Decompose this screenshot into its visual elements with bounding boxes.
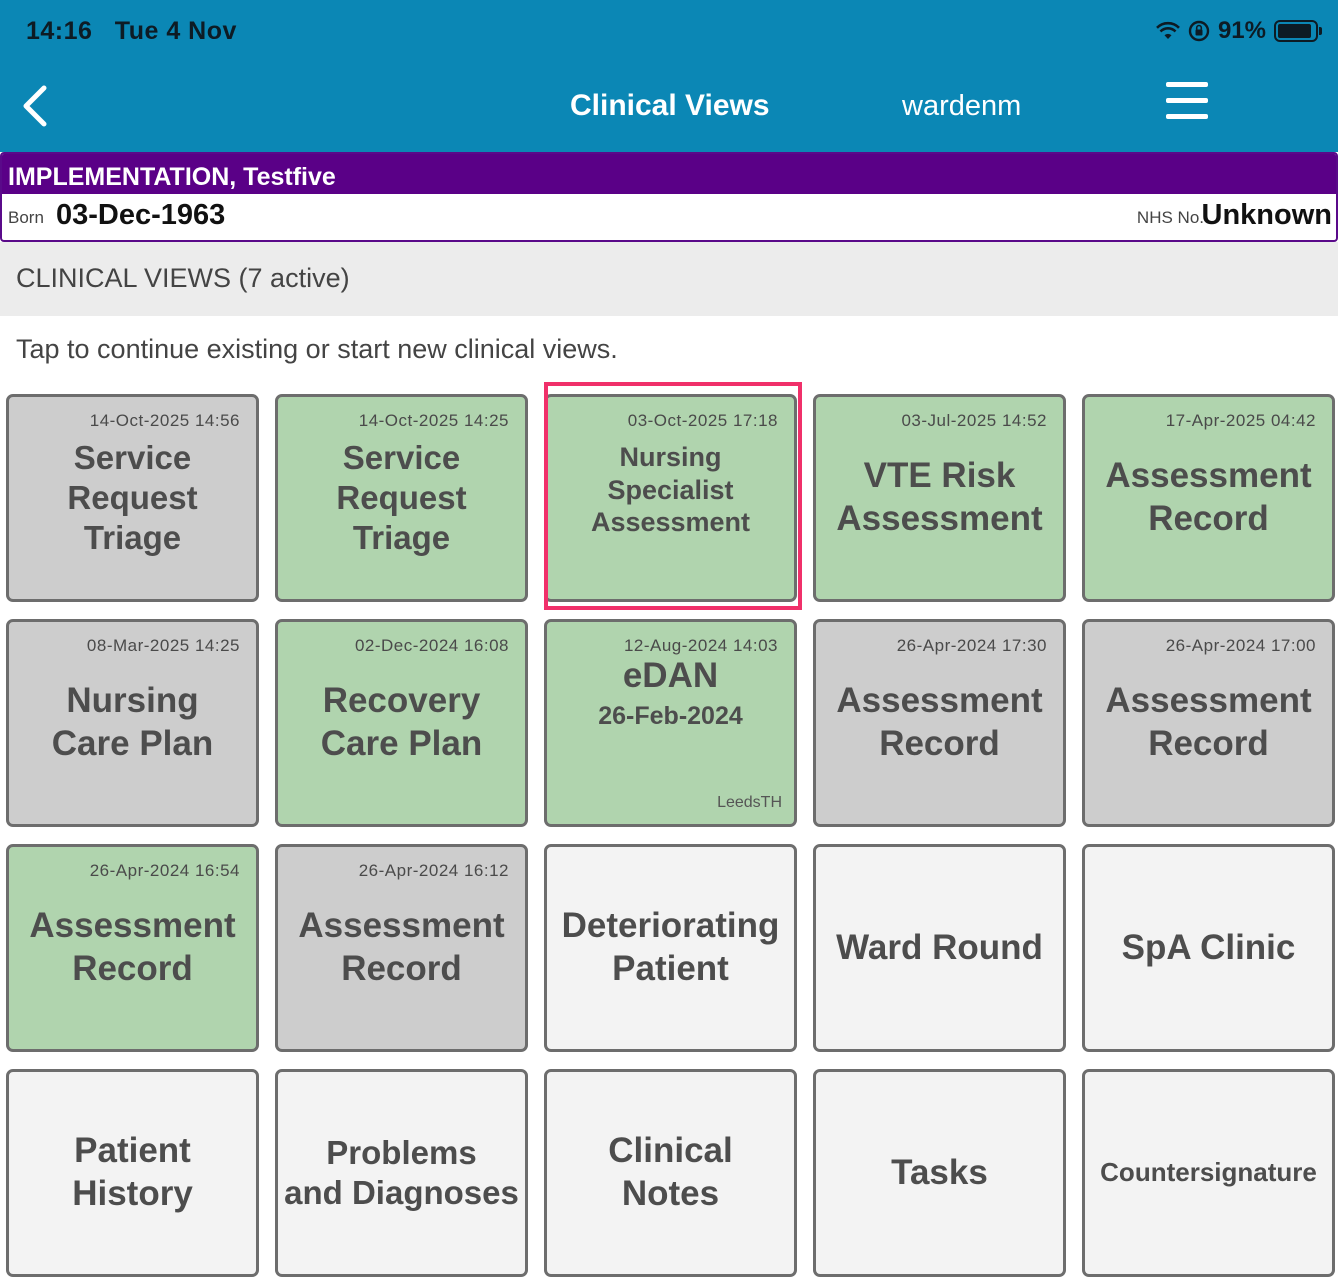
tile-patient-history[interactable]: Patient History xyxy=(6,1069,259,1277)
menu-button[interactable] xyxy=(1166,82,1212,122)
status-bar: 14:16 Tue 4 Nov 91% xyxy=(0,0,1338,62)
hamburger-icon xyxy=(1166,82,1208,87)
tile-assessment-record[interactable]: 26-Apr-2024 16:12 Assessment Record xyxy=(275,844,528,1052)
tile-deteriorating-patient[interactable]: Deteriorating Patient xyxy=(544,844,797,1052)
tile-ward-round[interactable]: Ward Round xyxy=(813,844,1066,1052)
status-right: 91% xyxy=(1156,17,1322,45)
born-label: Born xyxy=(8,208,44,227)
username-label: wardenm xyxy=(902,90,1022,122)
tile-assessment-record[interactable]: 17-Apr-2025 04:42 Assessment Record xyxy=(1082,394,1335,602)
hint-text: Tap to continue existing or start new cl… xyxy=(16,334,618,364)
chevron-left-icon xyxy=(23,85,47,127)
tile-assessment-record[interactable]: 26-Apr-2024 17:00 Assessment Record xyxy=(1082,619,1335,827)
battery-icon xyxy=(1274,20,1322,42)
page-title: Clinical Views xyxy=(570,89,770,122)
tile-nursing-specialist-assessment[interactable]: 03-Oct-2025 17:18 Nursing Specialist Asse… xyxy=(544,394,797,602)
tile-assessment-record[interactable]: 26-Apr-2024 17:30 Assessment Record xyxy=(813,619,1066,827)
tile-countersignature[interactable]: Countersignature xyxy=(1082,1069,1335,1277)
nhs-label: NHS No. xyxy=(1136,208,1204,227)
tile-service-request-triage[interactable]: 14-Oct-2025 14:56 Service Request Triage xyxy=(6,394,259,602)
nav-bar: Clinical Views wardenm xyxy=(0,62,1338,152)
section-header: CLINICAL VIEWS (7 active) xyxy=(0,242,1338,316)
wifi-icon xyxy=(1156,21,1180,39)
status-time: 14:16 Tue 4 Nov xyxy=(26,17,237,45)
tile-assessment-record[interactable]: 26-Apr-2024 16:54 Assessment Record xyxy=(6,844,259,1052)
battery-percent: 91% xyxy=(1217,17,1266,44)
born-value: 03-Dec-1963 xyxy=(56,199,226,231)
orientation-lock-icon xyxy=(1188,20,1210,42)
back-button[interactable] xyxy=(18,84,58,128)
tile-problems-and-diagnoses[interactable]: Problems and Diagnoses xyxy=(275,1069,528,1277)
nhs-value: Unknown xyxy=(1201,199,1333,231)
tile-edan[interactable]: 12-Aug-2024 14:03 eDAN 26-Feb-2024 Leeds… xyxy=(544,619,797,827)
patient-name: IMPLEMENTATION, Testfive xyxy=(2,154,1336,194)
tile-clinical-notes[interactable]: Clinical Notes xyxy=(544,1069,797,1277)
patient-banner: IMPLEMENTATION, Testfive Born 03-Dec-196… xyxy=(0,152,1338,242)
tile-spa-clinic[interactable]: SpA Clinic xyxy=(1082,844,1335,1052)
tile-tasks[interactable]: Tasks xyxy=(813,1069,1066,1277)
tile-service-request-triage[interactable]: 14-Oct-2025 14:25 Service Request Triage xyxy=(275,394,528,602)
section-title: CLINICAL VIEWS (7 active) xyxy=(16,263,350,293)
tile-recovery-care-plan[interactable]: 02-Dec-2024 16:08 Recovery Care Plan xyxy=(275,619,528,827)
tile-nursing-care-plan[interactable]: 08-Mar-2025 14:25 Nursing Care Plan xyxy=(6,619,259,827)
tile-vte-risk-assessment[interactable]: 03-Jul-2025 14:52 VTE Risk Assessment xyxy=(813,394,1066,602)
